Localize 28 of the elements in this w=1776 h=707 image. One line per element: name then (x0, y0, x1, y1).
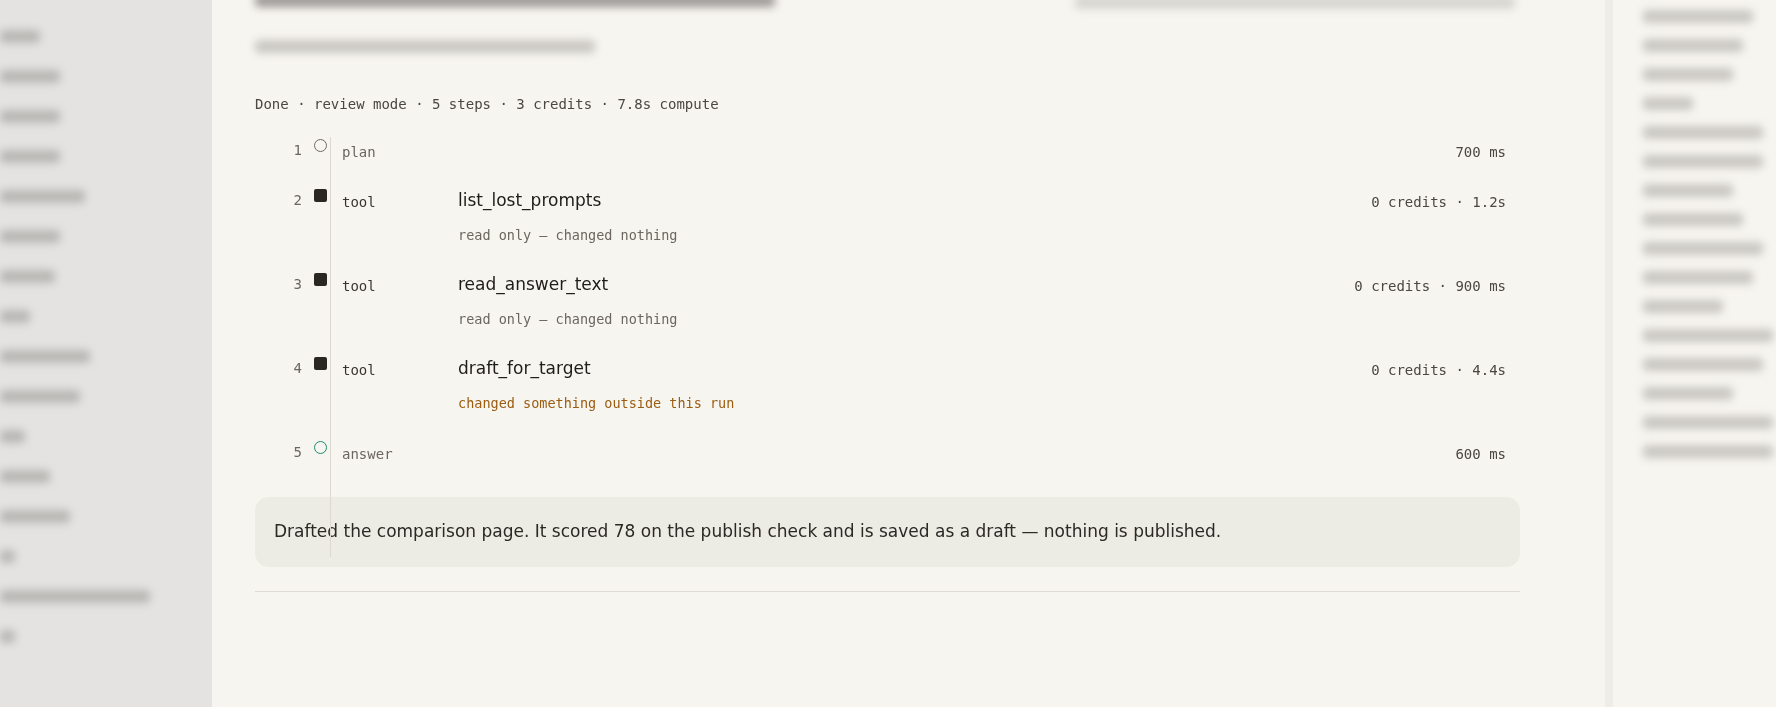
step-duration: 0 credits · 1.2s (1371, 193, 1507, 212)
step-kind: tool (342, 193, 377, 212)
filled-square-icon (314, 273, 327, 286)
hollow-circle-icon (314, 139, 327, 152)
step-kind: tool (342, 277, 377, 296)
step-kind: plan (342, 143, 377, 162)
answer-panel: Drafted the comparison page. It scored 78 on the publish check and is saved as a draft — nothing is published. (255, 497, 1520, 567)
step-number: 3 (292, 275, 303, 294)
step-number: 4 (292, 359, 303, 378)
step-kind: answer (342, 445, 394, 464)
step-duration: 0 credits · 900 ms (1354, 277, 1507, 296)
step-duration: 700 ms (1455, 143, 1507, 162)
step-number: 2 (292, 191, 303, 210)
tool-name: read_answer_text (458, 273, 610, 297)
run-summary: Done · review mode · 5 steps · 3 credits · 7.8s compute (255, 95, 720, 114)
step-duration: 600 ms (1455, 445, 1507, 464)
step-effect: read only — changed nothing (458, 310, 678, 329)
step-effect: changed something outside this run (458, 394, 735, 413)
hollow-circle-icon (314, 441, 327, 454)
filled-square-icon (314, 357, 327, 370)
tool-name: draft_for_target (458, 357, 592, 381)
step-kind: tool (342, 361, 377, 380)
step-number: 1 (292, 141, 303, 160)
step-number: 5 (292, 443, 303, 462)
step-effect: read only — changed nothing (458, 226, 678, 245)
filled-square-icon (314, 189, 327, 202)
step-duration: 0 credits · 4.4s (1371, 361, 1507, 380)
tool-name: list_lost_prompts (458, 189, 603, 213)
